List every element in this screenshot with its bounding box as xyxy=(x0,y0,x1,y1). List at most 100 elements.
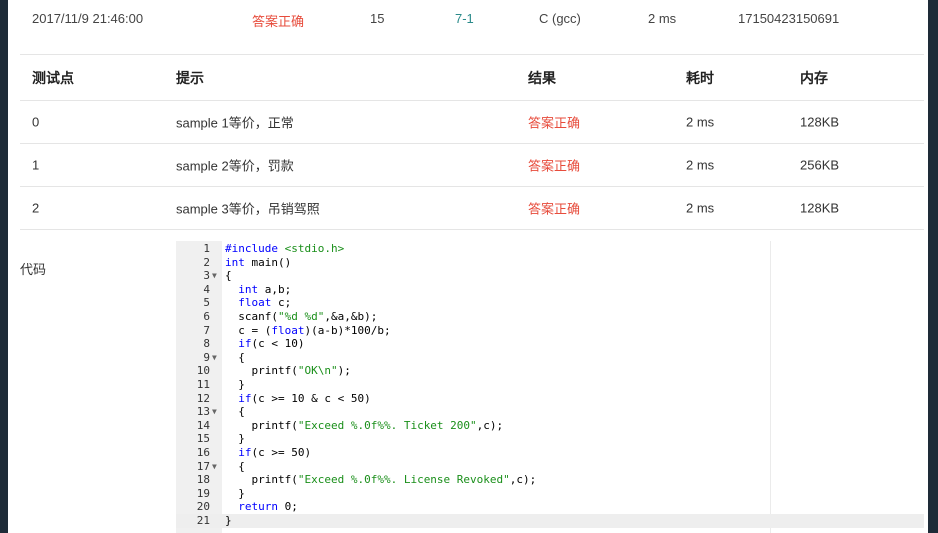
code-text: c = (float)(a-b)*100/b; xyxy=(225,323,391,337)
code-line[interactable]: 1 #include <stdio.h> xyxy=(176,242,924,256)
line-number: 5 xyxy=(203,296,210,310)
code-text: printf("OK\n"); xyxy=(225,364,351,378)
code-editor[interactable]: 1 #include <stdio.h> 2 int main() 3 ▼{4 int a… xyxy=(176,241,924,533)
table-row: 1 sample 2等价，罚款 答案正确 2 ms 256KB xyxy=(20,144,924,187)
code-text: { xyxy=(225,405,245,419)
code-text: return 0; xyxy=(238,500,298,514)
code-line[interactable]: 14 printf("Exceed %.0f%%. Ticket 200",c)… xyxy=(176,419,924,433)
code-text: { xyxy=(225,459,245,473)
table-header: 测试点 提示 结果 耗时 内存 xyxy=(20,56,924,101)
line-number: 19 xyxy=(196,486,210,500)
code-line[interactable]: 7 c = (float)(a-b)*100/b; xyxy=(176,324,924,338)
code-text: { xyxy=(225,350,245,364)
status-badge: 答案正确 xyxy=(252,14,305,29)
case-id: 0 xyxy=(32,114,40,130)
divider xyxy=(20,54,924,55)
header-hint: 提示 xyxy=(176,70,204,86)
score: 15 xyxy=(370,11,385,26)
header-case: 测试点 xyxy=(32,70,74,86)
case-id: 2 xyxy=(32,200,40,216)
code-line[interactable]: 17 ▼ { xyxy=(176,460,924,474)
code-text: } xyxy=(225,486,245,500)
table-row: 2 sample 3等价，吊销驾照 答案正确 2 ms 128KB xyxy=(20,187,924,230)
line-number: 2 xyxy=(203,255,210,269)
right-dark-edge xyxy=(928,0,938,533)
case-result: 答案正确 xyxy=(528,158,581,174)
line-number: 17 xyxy=(196,459,210,473)
code-line[interactable]: 5 float c; xyxy=(176,296,924,310)
submission-summary-row: 2017/11/9 21:46:00 答案正确 15 7-1 C (gcc) 2… xyxy=(20,0,924,38)
line-number: 3 xyxy=(203,269,210,283)
line-number: 10 xyxy=(196,364,210,378)
case-id: 1 xyxy=(32,157,40,173)
code-text: } xyxy=(225,432,245,446)
case-time: 2 ms xyxy=(686,200,715,216)
code-line[interactable]: 13 ▼ { xyxy=(176,405,924,419)
code-text: if(c >= 50) xyxy=(238,446,312,459)
code-line[interactable]: 11 } xyxy=(176,378,924,392)
code-text: scanf("%d %d",&a,&b); xyxy=(225,310,378,323)
header-result: 结果 xyxy=(528,70,556,86)
code-line[interactable]: 15 } xyxy=(176,432,924,446)
left-dark-edge xyxy=(0,0,8,533)
code-line[interactable]: 20 return 0; xyxy=(176,500,924,514)
line-number: 11 xyxy=(196,378,210,391)
code-line[interactable]: 10 printf("OK\n"); xyxy=(176,364,924,378)
line-number: 15 xyxy=(196,432,210,446)
case-memory: 128KB xyxy=(800,200,840,216)
code-text: printf("Exceed %.0f%%. Ticket 200",c); xyxy=(225,418,504,432)
code-line[interactable]: 19 } xyxy=(176,487,924,501)
code-text: int main() xyxy=(225,255,292,269)
line-number: 14 xyxy=(196,418,210,432)
problem-link[interactable]: 7-1 xyxy=(455,11,474,26)
fold-arrow-icon[interactable]: ▼ xyxy=(212,460,217,474)
submission-id: 17150423150691 xyxy=(738,11,840,26)
code-line[interactable]: 9 ▼ { xyxy=(176,351,924,365)
line-number: 9 xyxy=(203,350,210,364)
line-number: 7 xyxy=(203,323,210,337)
line-number: 6 xyxy=(203,310,210,323)
code-text: #include <stdio.h> xyxy=(225,242,345,255)
code-line[interactable]: 6 scanf("%d %d",&a,&b); xyxy=(176,310,924,324)
line-number: 1 xyxy=(203,242,210,255)
line-number: 4 xyxy=(203,282,210,296)
header-memory: 内存 xyxy=(800,70,828,86)
line-number: 13 xyxy=(196,405,210,419)
fold-arrow-icon[interactable]: ▼ xyxy=(212,351,217,365)
fold-arrow-icon[interactable]: ▼ xyxy=(212,269,217,283)
code-text: if(c >= 10 & c < 50) xyxy=(238,391,371,405)
line-number: 16 xyxy=(196,446,210,459)
case-result: 答案正确 xyxy=(528,201,581,217)
case-hint: sample 2等价，罚款 xyxy=(176,158,294,174)
code-line[interactable]: 8 if(c < 10) xyxy=(176,337,924,351)
code-text: if(c < 10) xyxy=(238,337,305,351)
code-text: { xyxy=(225,269,232,283)
fold-arrow-icon[interactable]: ▼ xyxy=(212,405,217,419)
table-row: 0 sample 1等价，正常 答案正确 2 ms 128KB xyxy=(20,101,924,144)
code-text: } xyxy=(225,514,232,527)
code-line[interactable]: 16 if(c >= 50) xyxy=(176,446,924,460)
case-hint: sample 1等价，正常 xyxy=(176,115,294,131)
case-memory: 256KB xyxy=(800,157,840,173)
run-time: 2 ms xyxy=(648,11,677,26)
code-label: 代码 xyxy=(20,262,47,277)
case-hint: sample 3等价，吊销驾照 xyxy=(176,201,320,217)
code-line[interactable]: 2 int main() xyxy=(176,256,924,270)
code-text: printf("Exceed %.0f%%. License Revoked",… xyxy=(225,473,537,487)
header-time: 耗时 xyxy=(686,70,714,86)
case-result: 答案正确 xyxy=(528,115,581,131)
case-time: 2 ms xyxy=(686,157,715,173)
line-number: 18 xyxy=(196,473,210,487)
code-line[interactable]: 3 ▼ { xyxy=(176,269,924,283)
case-time: 2 ms xyxy=(686,114,715,130)
code-line[interactable]: 21} xyxy=(176,514,924,528)
line-number: 21 xyxy=(196,514,210,527)
submit-time: 2017/11/9 21:46:00 xyxy=(32,11,144,26)
line-number: 12 xyxy=(196,391,210,405)
line-number: 8 xyxy=(203,337,210,351)
code-text: int a,b; xyxy=(238,282,292,296)
code-line[interactable]: 4 int a,b; xyxy=(176,283,924,297)
case-memory: 128KB xyxy=(800,114,840,130)
code-line[interactable]: 12 if(c >= 10 & c < 50) xyxy=(176,392,924,406)
code-line[interactable]: 18 printf("Exceed %.0f%%. License Revoke… xyxy=(176,473,924,487)
